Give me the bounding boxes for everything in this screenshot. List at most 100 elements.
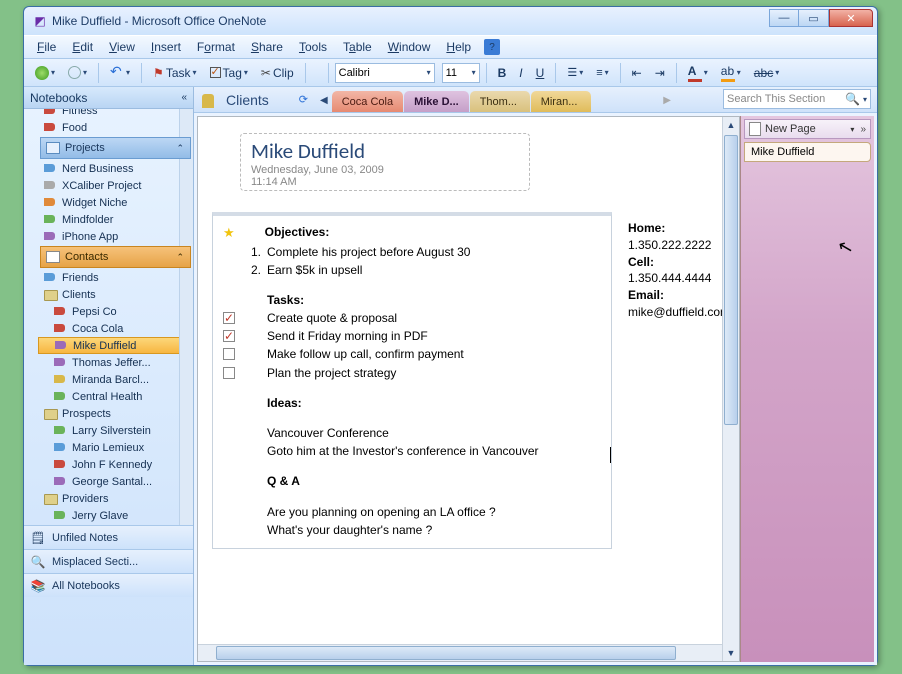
provider-item[interactable]: Jerry Glave	[38, 507, 193, 524]
notebook-item-friends[interactable]: Friends	[38, 269, 193, 286]
numbering-button[interactable]: ≡▾	[591, 62, 613, 84]
page-list-panel: New Page▾» Mike Duffield	[740, 116, 874, 662]
client-item[interactable]: Miranda Barcl...	[38, 371, 193, 388]
contacts-section-header[interactable]: Contacts⌃	[40, 246, 191, 268]
page-title-container[interactable]: Mike Duffield Wednesday, June 03, 2009 1…	[240, 133, 530, 191]
tab-scroll-left[interactable]: ◀	[316, 95, 332, 106]
vertical-scrollbar[interactable]: ▲ ▼	[722, 117, 739, 661]
folder-providers[interactable]: Providers	[38, 490, 193, 507]
notebook-item[interactable]: Food	[38, 119, 193, 136]
app-window: ◩ Mike Duffield - Microsoft Office OneNo…	[23, 6, 878, 666]
menu-help[interactable]: Help	[439, 38, 478, 56]
page-list-item[interactable]: Mike Duffield	[744, 142, 871, 162]
client-item[interactable]: Coca Cola	[38, 320, 193, 337]
tab-scroll-right[interactable]: ▶	[659, 95, 675, 106]
prospect-item[interactable]: John F Kennedy	[38, 456, 193, 473]
menu-format[interactable]: Format	[190, 38, 242, 56]
note-container[interactable]: ★Objectives: 1.Complete his project befo…	[212, 212, 612, 549]
prospect-item[interactable]: Larry Silverstein	[38, 422, 193, 439]
notebook-item[interactable]: Widget Niche	[38, 194, 193, 211]
unfiled-notes-button[interactable]: 🗒Unfiled Notes	[24, 525, 193, 549]
bold-button[interactable]: B	[493, 62, 512, 84]
outdent-button[interactable]: ⇤	[627, 62, 647, 84]
menu-tools[interactable]: Tools	[292, 38, 334, 56]
scroll-up-icon[interactable]: ▲	[723, 117, 739, 133]
section-name[interactable]: Clients	[226, 92, 269, 108]
menu-view[interactable]: View	[102, 38, 142, 56]
indent-button[interactable]: ⇥	[650, 62, 670, 84]
client-item[interactable]: Thomas Jeffer...	[38, 354, 193, 371]
menu-insert[interactable]: Insert	[144, 38, 188, 56]
task-button[interactable]: ⚑Task▾	[148, 62, 201, 84]
navigation-sidebar: Notebooks« Fitness Food Projects⌃ Nerd B…	[24, 87, 194, 665]
font-family-select[interactable]: Calibri▾	[335, 63, 435, 83]
notebook-item[interactable]: Nerd Business	[38, 160, 193, 177]
back-button[interactable]: ▾	[30, 62, 60, 84]
client-item[interactable]: Central Health	[38, 388, 193, 405]
checkbox-icon[interactable]	[223, 367, 235, 379]
tab-mike-duffield-active[interactable]: Mike D...	[404, 91, 469, 112]
help-icon[interactable]: ?	[484, 39, 500, 55]
checkbox-checked-icon[interactable]	[223, 330, 235, 342]
forward-button[interactable]: ▾	[63, 62, 92, 84]
scroll-thumb[interactable]	[724, 135, 738, 425]
projects-section-header[interactable]: Projects⌃	[40, 137, 191, 159]
page-title[interactable]: Mike Duffield	[251, 138, 519, 164]
menu-edit[interactable]: Edit	[65, 38, 100, 56]
page-canvas[interactable]: Mike Duffield Wednesday, June 03, 2009 1…	[197, 116, 740, 662]
folder-clients[interactable]: Clients	[38, 286, 193, 303]
underline-button[interactable]: U	[531, 62, 550, 84]
highlight-button[interactable]: ab▾	[716, 62, 746, 84]
section-color-icon	[202, 94, 214, 108]
toolbar: ▾ ▾ ▾ ⚑Task▾ Tag▾ ✂Clip Calibri▾ 11▾ B I…	[24, 59, 877, 87]
strike-button[interactable]: abє▾	[749, 62, 785, 84]
checkbox-icon[interactable]	[223, 348, 235, 360]
bullets-button[interactable]: ☰▾	[562, 62, 588, 84]
expand-icon[interactable]: »	[860, 124, 866, 135]
italic-button[interactable]: I	[514, 62, 527, 84]
scroll-down-icon[interactable]: ▼	[723, 645, 739, 661]
new-page-button[interactable]: New Page▾»	[744, 119, 871, 139]
menu-bar: File Edit View Insert Format Share Tools…	[24, 35, 877, 59]
maximize-button[interactable]: ▭	[799, 9, 829, 27]
tag-button[interactable]: Tag▾	[205, 62, 253, 84]
font-size-select[interactable]: 11▾	[442, 63, 480, 83]
notebooks-header[interactable]: Notebooks«	[24, 87, 193, 109]
prospect-item[interactable]: George Santal...	[38, 473, 193, 490]
page-time: 11:14 AM	[251, 176, 519, 188]
tab-miranda[interactable]: Miran...	[531, 91, 591, 112]
notebooks-icon: 📚	[30, 578, 46, 594]
notebook-item[interactable]: iPhone App	[38, 228, 193, 245]
client-item-selected[interactable]: Mike Duffield	[38, 337, 193, 354]
horizontal-scrollbar[interactable]	[198, 644, 722, 661]
menu-table[interactable]: Table	[336, 38, 379, 56]
font-color-button[interactable]: A▾	[683, 62, 713, 84]
search-input[interactable]: Search This Section 🔍▾	[723, 89, 871, 109]
undo-button[interactable]: ▾	[105, 62, 135, 84]
all-notebooks-button[interactable]: 📚All Notebooks	[24, 573, 193, 597]
misplaced-sections-button[interactable]: 🔍Misplaced Secti...	[24, 549, 193, 573]
star-icon: ★	[223, 224, 235, 242]
clip-button[interactable]: ✂Clip	[256, 62, 299, 84]
minimize-button[interactable]: —	[769, 9, 799, 27]
menu-share[interactable]: Share	[244, 38, 290, 56]
tab-thomas[interactable]: Thom...	[470, 91, 530, 112]
search-icon[interactable]: 🔍	[845, 92, 860, 106]
text-cursor	[610, 447, 611, 463]
menu-window[interactable]: Window	[381, 38, 438, 56]
misplaced-icon: 🔍	[30, 554, 46, 570]
checkbox-checked-icon[interactable]	[223, 312, 235, 324]
prospect-item[interactable]: Mario Lemieux	[38, 439, 193, 456]
tab-coca-cola[interactable]: Coca Cola	[332, 91, 403, 112]
main-area: Clients ⟳ ◀ Coca Cola Mike D... Thom... …	[194, 87, 877, 665]
titlebar[interactable]: ◩ Mike Duffield - Microsoft Office OneNo…	[24, 7, 877, 35]
menu-file[interactable]: File	[30, 38, 63, 56]
notebook-item[interactable]: Fitness	[38, 109, 193, 119]
notebook-item[interactable]: Mindfolder	[38, 211, 193, 228]
close-button[interactable]: ✕	[829, 9, 873, 27]
hscroll-thumb[interactable]	[216, 646, 676, 660]
reload-icon[interactable]: ⟳	[299, 93, 308, 106]
folder-prospects[interactable]: Prospects	[38, 405, 193, 422]
notebook-item[interactable]: XCaliber Project	[38, 177, 193, 194]
client-item[interactable]: Pepsi Co	[38, 303, 193, 320]
